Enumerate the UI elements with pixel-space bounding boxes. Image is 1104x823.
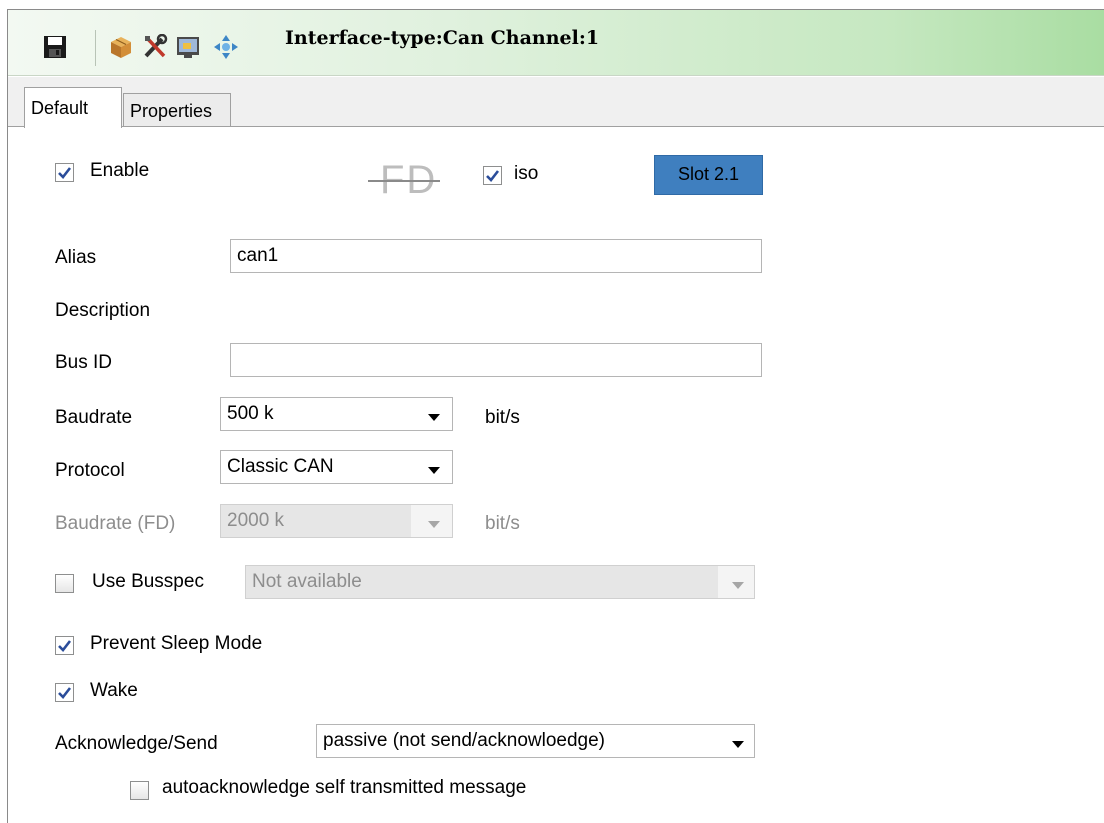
alias-label: Alias xyxy=(55,247,97,268)
wake-label: Wake xyxy=(90,680,138,701)
use-busspec-label: Use Busspec xyxy=(92,571,204,592)
prevent-sleep-checkbox[interactable] xyxy=(55,636,74,655)
chevron-down-icon xyxy=(732,582,744,589)
protocol-value: Classic CAN xyxy=(227,456,334,477)
description-label: Description xyxy=(55,300,151,321)
monitor-icon[interactable] xyxy=(175,34,201,60)
wake-checkbox[interactable] xyxy=(55,683,74,702)
baudrate-value: 500 k xyxy=(227,403,274,424)
slot-button[interactable]: Slot 2.1 xyxy=(654,155,763,195)
protocol-select[interactable]: Classic CAN xyxy=(220,450,453,484)
use-busspec-checkbox[interactable] xyxy=(55,574,74,593)
baudrate-fd-label: Baudrate (FD) xyxy=(55,513,176,534)
ack-send-value: passive (not send/acknowloedge) xyxy=(323,730,606,751)
checkmark-icon xyxy=(486,170,500,182)
ack-send-select[interactable]: passive (not send/acknowloedge) xyxy=(316,724,755,758)
window-frame xyxy=(7,9,1104,823)
baudrate-select[interactable]: 500 k xyxy=(220,397,453,431)
move-icon[interactable] xyxy=(213,34,239,60)
checkmark-icon xyxy=(58,687,72,699)
chevron-down-icon[interactable] xyxy=(428,467,440,474)
ack-send-label: Acknowledge/Send xyxy=(55,733,218,754)
bus-id-label: Bus ID xyxy=(55,352,113,373)
fd-logo: FD xyxy=(368,158,460,206)
chevron-down-icon[interactable] xyxy=(428,414,440,421)
tab-default[interactable]: Default xyxy=(24,87,122,128)
baudrate-label: Baudrate xyxy=(55,407,133,428)
baudrate-fd-value: 2000 k xyxy=(227,510,285,531)
fd-logo-strike xyxy=(368,180,440,182)
checkmark-icon xyxy=(58,167,72,179)
bus-id-input[interactable] xyxy=(230,343,762,377)
prevent-sleep-label: Prevent Sleep Mode xyxy=(90,633,263,654)
busspec-select: Not available xyxy=(245,565,755,599)
iso-checkbox[interactable] xyxy=(483,166,502,185)
chevron-down-icon[interactable] xyxy=(732,741,744,748)
iso-label: iso xyxy=(514,163,539,184)
package-icon[interactable] xyxy=(108,34,134,60)
enable-checkbox[interactable] xyxy=(55,163,74,182)
tab-properties[interactable]: Properties xyxy=(123,93,231,127)
title-bar: Interface-type:Can Channel:1 xyxy=(8,10,1104,76)
protocol-label: Protocol xyxy=(55,460,125,481)
enable-label: Enable xyxy=(90,160,150,181)
tools-icon[interactable] xyxy=(142,34,168,60)
baudrate-fd-unit: bit/s xyxy=(485,513,520,534)
save-icon[interactable] xyxy=(42,34,68,60)
baudrate-fd-select: 2000 k xyxy=(220,504,453,538)
checkmark-icon xyxy=(58,640,72,652)
autoack-label: autoacknowledge self transmitted message xyxy=(162,777,527,798)
window-title: Interface-type:Can Channel:1 xyxy=(285,27,600,49)
toolbar-separator xyxy=(95,30,96,66)
busspec-value: Not available xyxy=(252,571,362,592)
chevron-down-icon xyxy=(428,521,440,528)
alias-input[interactable]: can1 xyxy=(230,239,762,273)
baudrate-unit: bit/s xyxy=(485,407,520,428)
autoack-checkbox[interactable] xyxy=(130,781,149,800)
